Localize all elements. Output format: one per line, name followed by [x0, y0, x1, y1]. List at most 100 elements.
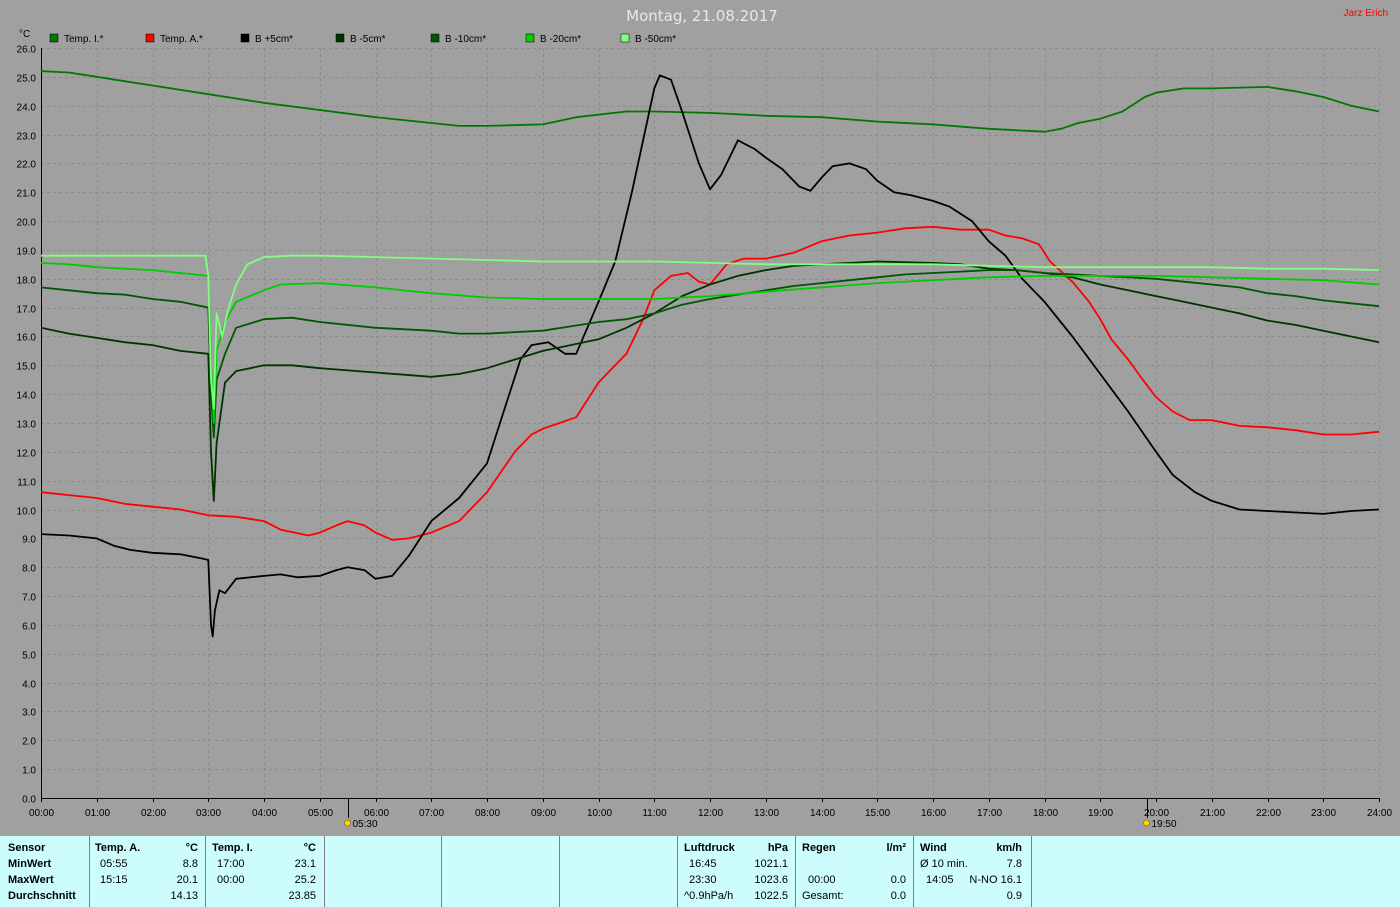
y-tick-label: 6.0 [22, 622, 36, 633]
legend-label: B -5cm* [350, 34, 386, 45]
y-tick-label: 1.0 [22, 766, 36, 777]
y-tick-label: 22.0 [17, 160, 37, 171]
stats-pressure-header: Luftdruck [684, 842, 735, 854]
stats-pressure-max-value: 1023.6 [754, 874, 788, 886]
x-tick-label: 19:00 [1088, 808, 1113, 819]
stats-temp-a-min-value: 8.8 [182, 858, 198, 870]
stats-wind-unit: km/h [996, 842, 1022, 854]
stats-temp-i-max-time: 00:00 [217, 874, 245, 886]
stats-temp-a-avg: 14.13 [170, 890, 198, 902]
y-tick-label: 11.0 [17, 478, 36, 489]
legend-swatch [240, 33, 250, 43]
y-tick-label: 25.0 [17, 74, 37, 85]
stats-pressure-avg: 1022.5 [754, 890, 788, 902]
y-tick-label: 24.0 [17, 103, 37, 114]
stats-temp-a-max-value: 20.1 [176, 874, 198, 886]
sun-event-label: 05:30 [353, 819, 378, 830]
stats-rain-max-value: 0.0 [890, 874, 906, 886]
y-tick-label: 13.0 [17, 420, 37, 431]
y-tick-label: 3.0 [22, 708, 36, 719]
x-tick-label: 18:00 [1033, 808, 1058, 819]
x-tick-label: 03:00 [196, 808, 221, 819]
y-tick-label: 4.0 [22, 680, 36, 691]
y-tick-label: 20.0 [17, 218, 37, 229]
stats-temp-a-header: Temp. A. [95, 842, 141, 854]
x-tick-label: 09:00 [531, 808, 556, 819]
x-tick-label: 24:00 [1367, 808, 1392, 819]
stats-rain-total-label: Gesamt: [802, 890, 844, 902]
stats-pressure-min-time: 16:45 [689, 858, 717, 870]
x-tick-label: 10:00 [587, 808, 612, 819]
y-tick-label: 9.0 [22, 535, 36, 546]
x-tick-label: 00:00 [29, 808, 54, 819]
y-tick-label: 15.0 [17, 362, 37, 373]
sun-icon [1143, 819, 1150, 827]
legend-label: B +5cm* [255, 34, 293, 45]
y-tick-label: 7.0 [22, 593, 36, 604]
stats-wind-header: Wind [920, 842, 947, 854]
author-label: Jarz Erich [1344, 8, 1388, 19]
y-tick-label: 2.0 [22, 737, 36, 748]
y-axis-unit: °C [19, 29, 30, 40]
y-tick-label: 8.0 [22, 564, 36, 575]
sun-event-label: 19:50 [1152, 819, 1177, 830]
legend: Temp. I.* Temp. A.* B +5cm* B -5cm* B -10cm*… [49, 33, 676, 45]
x-tick-label: 21:00 [1200, 808, 1225, 819]
stats-wind-avg10-value: 7.8 [1006, 858, 1022, 870]
legend-label: B -50cm* [635, 34, 676, 45]
y-tick-label: 12.0 [17, 449, 37, 460]
stats-wind-avg10-label: Ø 10 min. [920, 858, 968, 870]
stats-temp-a-unit: °C [185, 842, 198, 854]
x-tick-label: 16:00 [921, 808, 946, 819]
y-tick-label: 0.0 [22, 795, 36, 806]
y-tick-label: 17.0 [17, 305, 37, 316]
x-tick-label: 23:00 [1311, 808, 1336, 819]
stats-avg-label: Durchschnitt [8, 890, 76, 902]
y-tick-label: 21.0 [17, 189, 37, 200]
legend-label: B -10cm* [445, 34, 486, 45]
stats-pressure-unit: hPa [767, 842, 788, 854]
x-tick-label: 12:00 [698, 808, 723, 819]
legend-swatch [430, 33, 440, 43]
y-tick-label: 26.0 [17, 45, 37, 56]
stats-pressure-max-time: 23:30 [689, 874, 717, 886]
stats-temp-i-header: Temp. I. [212, 842, 253, 854]
stats-wind-avg: 0.9 [1006, 890, 1022, 902]
legend-swatch [145, 33, 155, 43]
sun-icon [344, 819, 351, 827]
stats-max-label: MaxWert [8, 874, 54, 886]
chart-title: Montag, 21.08.2017 [626, 7, 778, 25]
stats-sensor-header: Sensor [8, 842, 46, 854]
x-tick-label: 01:00 [85, 808, 110, 819]
stats-temp-a-max-time: 15:15 [100, 874, 128, 886]
x-tick-label: 14:00 [810, 808, 835, 819]
legend-swatch [525, 33, 535, 43]
stats-rain-max-time: 00:00 [808, 874, 836, 886]
x-tick-label: 15:00 [865, 808, 890, 819]
x-tick-label: 06:00 [364, 808, 389, 819]
x-tick-label: 13:00 [754, 808, 779, 819]
legend-label: Temp. A.* [160, 34, 203, 45]
stats-rain-unit: l/m² [886, 842, 906, 854]
legend-swatch [335, 33, 345, 43]
x-tick-label: 02:00 [141, 808, 166, 819]
stats-temp-a-min-time: 05:55 [100, 858, 128, 870]
y-tick-label: 10.0 [17, 507, 37, 518]
stats-temp-i-min-time: 17:00 [217, 858, 245, 870]
y-tick-label: 23.0 [17, 132, 37, 143]
stats-rain-header: Regen [802, 842, 836, 854]
legend-swatch [620, 33, 630, 43]
stats-temp-i-unit: °C [303, 842, 316, 854]
y-tick-label: 14.0 [17, 391, 37, 402]
x-tick-label: 17:00 [977, 808, 1002, 819]
stats-pressure-trend: ^0.9hPa/h [684, 890, 734, 902]
stats-temp-i-avg: 23.85 [288, 890, 316, 902]
stats-temp-i-min-value: 23.1 [294, 858, 316, 870]
y-tick-label: 19.0 [17, 247, 37, 258]
statistics-panel: Sensor MinWert MaxWert Durchschnitt Temp… [0, 836, 1400, 907]
stats-min-label: MinWert [8, 858, 52, 870]
legend-swatch [49, 33, 59, 43]
x-tick-label: 22:00 [1256, 808, 1281, 819]
x-tick-label: 07:00 [419, 808, 444, 819]
x-tick-label: 11:00 [642, 808, 667, 819]
